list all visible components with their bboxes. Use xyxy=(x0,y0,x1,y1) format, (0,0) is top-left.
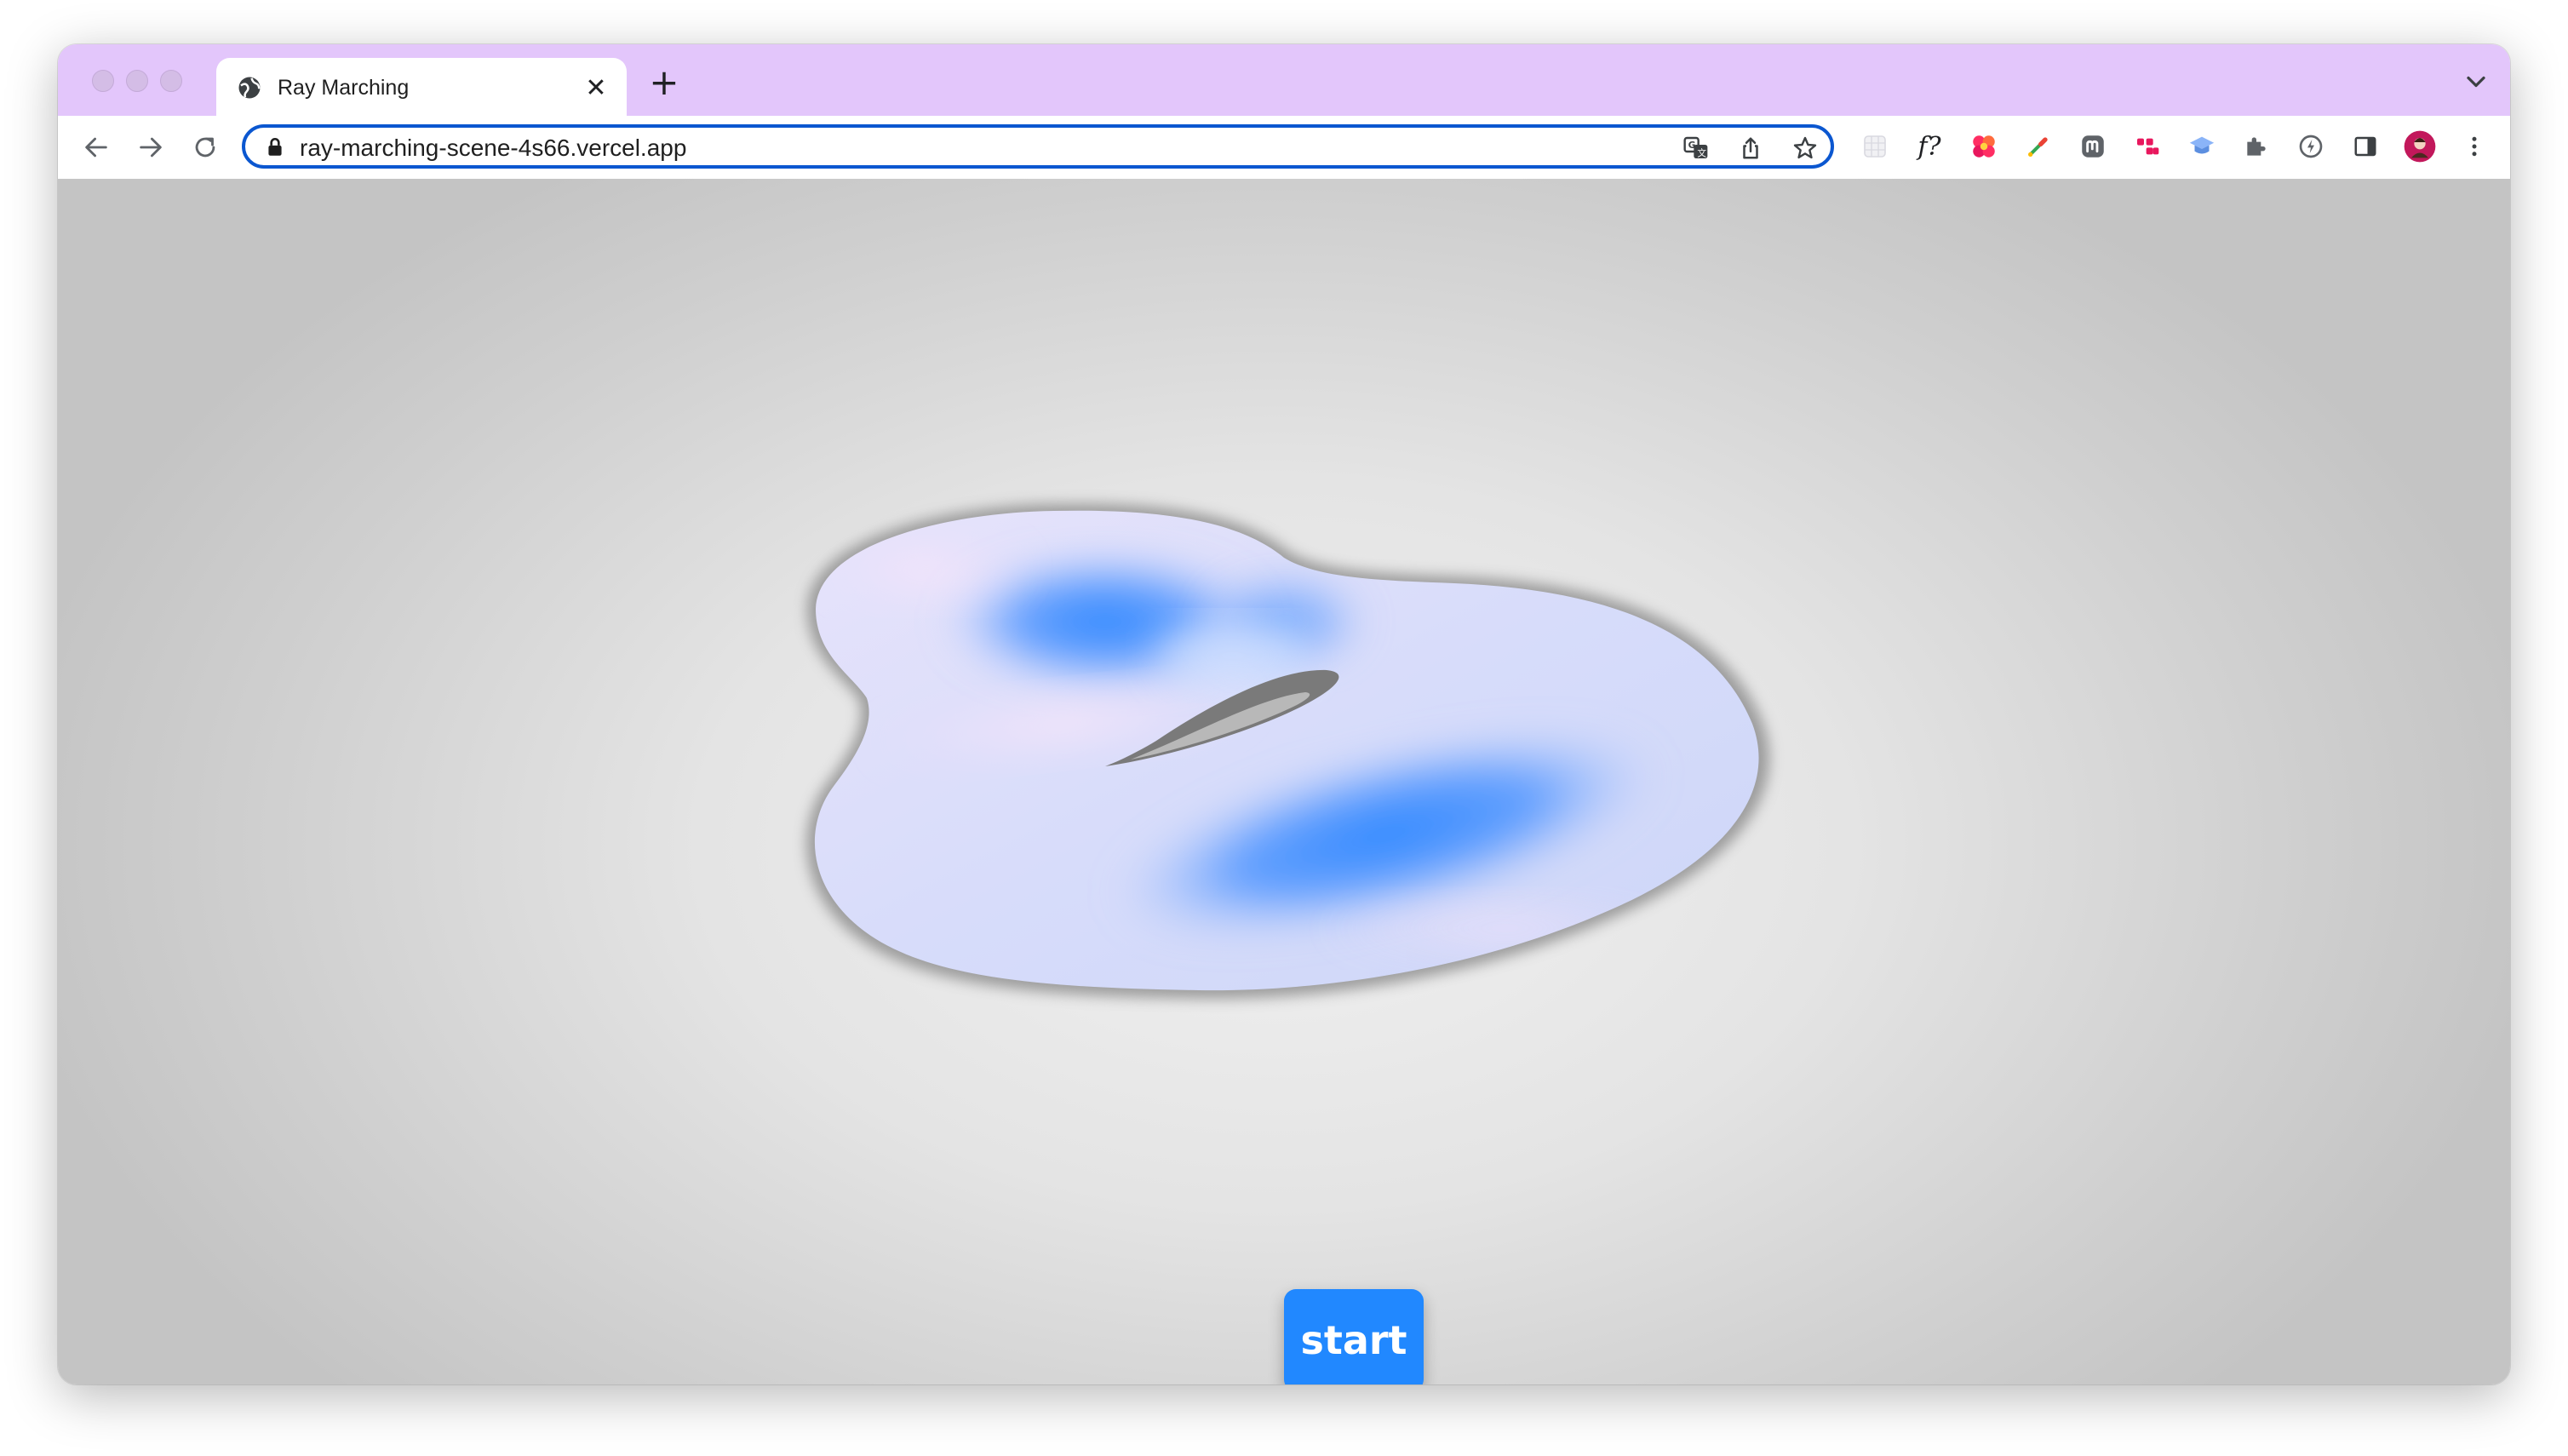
font-finder-extension-icon[interactable]: f? xyxy=(1912,129,1946,163)
dots-extension-icon[interactable] xyxy=(2130,129,2164,163)
minimize-window-button[interactable] xyxy=(126,70,148,92)
reload-icon[interactable] xyxy=(187,129,223,165)
tab-close-icon[interactable]: ✕ xyxy=(579,71,613,105)
chevron-down-icon[interactable] xyxy=(2461,66,2491,97)
start-button[interactable]: start xyxy=(1284,1289,1424,1384)
browser-window: Ray Marching ✕ + ray-marching-scene-4s66… xyxy=(58,44,2510,1384)
ray-marched-blob xyxy=(806,503,1770,1000)
svg-text:文: 文 xyxy=(1697,147,1706,158)
globe-icon xyxy=(238,77,261,99)
maximize-window-button[interactable] xyxy=(160,70,182,92)
toolbar: ray-marching-scene-4s66.vercel.app G 文 f… xyxy=(58,116,2510,180)
tab-strip: Ray Marching ✕ + xyxy=(58,44,2510,118)
svg-text:G: G xyxy=(1688,140,1696,151)
close-window-button[interactable] xyxy=(92,70,114,92)
mastodon-extension-icon[interactable] xyxy=(2076,129,2110,163)
profile-avatar[interactable] xyxy=(2403,129,2437,163)
lock-icon[interactable] xyxy=(264,136,286,158)
new-tab-icon[interactable]: + xyxy=(645,61,683,103)
lightning-extension-icon[interactable] xyxy=(2294,129,2328,163)
back-icon[interactable] xyxy=(78,129,114,165)
graduation-cap-extension-icon[interactable] xyxy=(2185,129,2219,163)
translate-icon[interactable]: G 文 xyxy=(1681,133,1711,163)
tab-ray-marching[interactable]: Ray Marching ✕ xyxy=(216,58,627,118)
share-icon[interactable] xyxy=(1735,133,1766,163)
side-panel-icon[interactable] xyxy=(2348,129,2382,163)
page-canvas[interactable]: start xyxy=(58,179,2510,1384)
more-menu-icon[interactable] xyxy=(2457,129,2491,163)
forward-icon[interactable] xyxy=(133,129,169,165)
address-bar[interactable]: ray-marching-scene-4s66.vercel.app G 文 xyxy=(242,124,1834,169)
url-text[interactable]: ray-marching-scene-4s66.vercel.app xyxy=(300,135,686,162)
color-picker-extension-icon[interactable] xyxy=(2021,129,2055,163)
flower-extension-icon[interactable] xyxy=(1967,129,2001,163)
tab-title: Ray Marching xyxy=(278,76,410,100)
puzzle-extensions-icon[interactable] xyxy=(2239,129,2273,163)
bookmark-star-icon[interactable] xyxy=(1790,133,1820,163)
font-finder-label: f? xyxy=(1917,131,1941,162)
grid-extension-icon[interactable] xyxy=(1858,129,1892,163)
